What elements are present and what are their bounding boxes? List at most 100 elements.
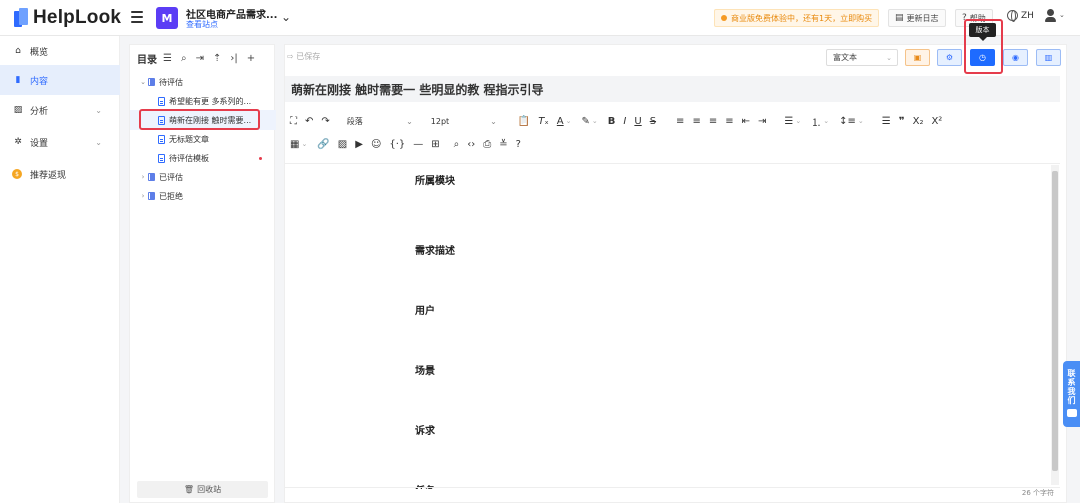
globe-icon xyxy=(1007,10,1018,22)
font-size-select[interactable]: 12pt ⌄ xyxy=(428,117,500,126)
tree-doc-item[interactable]: 待评估模板 xyxy=(130,148,276,168)
tree-folder-pending[interactable]: ⌄ 待评估 xyxy=(130,72,276,92)
user-menu[interactable]: ⌄ xyxy=(1045,9,1065,25)
line-height-icon[interactable]: ↕≡ ⌄ xyxy=(839,116,866,127)
selection-highlight xyxy=(139,109,260,130)
coin-icon: $ xyxy=(12,169,22,179)
tree-doc-item[interactable]: 无标题文章 xyxy=(130,129,276,149)
subscript-icon[interactable]: X₂ xyxy=(913,116,924,127)
bullet-list-icon[interactable]: ☰ ⌄ xyxy=(784,116,803,127)
superscript-icon[interactable]: X² xyxy=(931,116,942,127)
paste-icon[interactable]: 📋 xyxy=(518,116,530,127)
editor-scrollbar[interactable] xyxy=(1051,165,1059,485)
changelog-label: 更新日志 xyxy=(906,13,939,23)
sidebar-item-referral[interactable]: $ 推荐返现 xyxy=(0,159,120,189)
sidebar-item-analytics[interactable]: ▨ 分析 ⌄ xyxy=(0,95,120,125)
top-bar: HelpLook M 社区电商产品需求... 查看站点 ⌄ 商业版免费体验中，还… xyxy=(0,0,1080,36)
source-code-icon[interactable]: ‹› xyxy=(467,139,475,150)
sidebar-item-content[interactable]: ▮ 内容 xyxy=(0,65,120,95)
quote-icon[interactable]: ❞ xyxy=(899,116,905,127)
emoji-icon[interactable]: ☺ xyxy=(371,139,381,150)
editor-content[interactable]: 所属模块 需求描述 用户 场景 诉求 任务 xyxy=(285,163,1060,489)
horizontal-rule-icon[interactable]: — xyxy=(413,139,423,150)
menu-toggle-icon[interactable] xyxy=(131,11,143,23)
editor-panel: ⇨ 已保存 富文本 ⌄ ▣ ⚙ ◷ ◉ ▥ 版本 萌新在刚接 触时需要一 些明显… xyxy=(284,19,1067,503)
align-center-icon[interactable]: ≡ xyxy=(692,116,700,127)
collapse-icon[interactable]: ›| xyxy=(230,53,237,64)
upload-icon[interactable]: ⇡ xyxy=(213,53,221,64)
link-icon[interactable]: 🔗 xyxy=(317,139,329,150)
video-icon[interactable]: ▶ xyxy=(355,139,363,150)
search-icon[interactable]: ⌕ xyxy=(181,53,187,64)
block-format-select[interactable]: 段落 ⌄ xyxy=(344,116,416,127)
list-icon[interactable]: ☰ xyxy=(163,53,172,64)
content-icon: ▮ xyxy=(15,75,21,85)
print-icon[interactable]: ⎙ xyxy=(483,139,491,150)
strikethrough-icon[interactable]: S xyxy=(650,116,656,127)
font-color-icon[interactable]: A ⌄ xyxy=(557,116,574,127)
italic-icon[interactable]: I xyxy=(623,116,626,127)
layout-icon: ▥ xyxy=(1044,53,1053,62)
find-icon[interactable]: ⌕ xyxy=(454,139,460,150)
document-icon xyxy=(158,96,165,106)
highlight-color-icon[interactable]: ✎ ⌄ xyxy=(582,116,600,127)
sidebar-item-overview[interactable]: ⌂ 概览 xyxy=(0,36,120,66)
tree-folder-rejected[interactable]: › 已拒绝 xyxy=(130,186,276,206)
clear-format-icon[interactable]: Tₓ xyxy=(538,116,549,127)
logo[interactable]: HelpLook xyxy=(14,7,121,29)
editor-type-select[interactable]: 富文本 ⌄ xyxy=(826,49,898,66)
heading-appeal: 诉求 xyxy=(415,426,435,437)
book-icon xyxy=(148,173,155,181)
recycle-bin-button[interactable]: 🗑 回收站 xyxy=(137,481,268,498)
book-icon xyxy=(148,78,155,86)
help-icon[interactable]: ? xyxy=(516,139,521,150)
heading-module: 所属模块 xyxy=(415,176,455,187)
list-style-icon[interactable]: ☰ xyxy=(882,116,891,127)
underline-icon[interactable]: U xyxy=(634,116,641,127)
template-button[interactable]: ▣ xyxy=(905,49,930,66)
contact-us-tab[interactable]: 联系我们 xyxy=(1063,361,1080,427)
undo-icon[interactable]: ↶ xyxy=(305,116,313,127)
language-label: ZH xyxy=(1021,10,1034,21)
code-inline-icon[interactable]: {·} xyxy=(389,139,405,150)
align-right-icon[interactable]: ≡ xyxy=(709,116,717,127)
numbered-list-icon[interactable]: ⒈ ⌄ xyxy=(811,114,831,129)
format-painter-icon[interactable]: ≚ xyxy=(499,139,507,150)
sidebar: ⌂ 概览 ▮ 内容 ▨ 分析 ⌄ ✲ 设置 ⌄ $ 推荐返现 xyxy=(0,36,120,503)
chevron-right-icon: › xyxy=(141,192,145,200)
site-switch-chevron-icon[interactable]: ⌄ xyxy=(281,10,291,24)
chevron-down-icon: ⌄ xyxy=(886,53,892,62)
align-left-icon[interactable]: ≡ xyxy=(676,116,684,127)
home-icon: ⌂ xyxy=(15,46,21,56)
redo-icon[interactable]: ↷ xyxy=(321,116,329,127)
indent-icon[interactable]: ⇥ xyxy=(758,116,766,127)
image-icon[interactable]: ▨ xyxy=(338,139,347,150)
heading-scenario: 场景 xyxy=(415,366,435,377)
tree-toolbar: 目录 ☰ ⌕ ⇥ ⇡ ›| + xyxy=(137,50,264,66)
bold-icon[interactable]: B xyxy=(608,116,616,127)
changelog-button[interactable]: ▤ 更新日志 xyxy=(888,9,946,27)
layout-button[interactable]: ▥ xyxy=(1036,49,1061,66)
tree-doc-item[interactable]: 希望能有更 多系列的... xyxy=(130,91,276,111)
language-switcher[interactable]: ZH xyxy=(1007,10,1034,22)
settings-button[interactable]: ⚙ xyxy=(937,49,962,66)
fullscreen-icon[interactable]: ⛶ xyxy=(290,116,297,127)
add-icon[interactable]: + xyxy=(247,53,255,64)
table-icon[interactable]: ▦ ⌄ xyxy=(290,139,309,150)
chat-icon xyxy=(1066,409,1077,417)
chevron-right-icon: › xyxy=(141,173,145,181)
outdent-icon[interactable]: ⇤ xyxy=(742,116,750,127)
chevron-down-icon: ⌄ xyxy=(140,78,146,86)
view-site-link[interactable]: 查看站点 xyxy=(186,19,218,30)
align-justify-icon[interactable]: ≡ xyxy=(725,116,733,127)
tree-folder-evaluated[interactable]: › 已评估 xyxy=(130,167,276,187)
import-icon[interactable]: ⇥ xyxy=(196,53,204,64)
page-break-icon[interactable]: ⊞ xyxy=(431,139,439,150)
sidebar-item-settings[interactable]: ✲ 设置 ⌄ xyxy=(0,127,120,157)
document-title[interactable]: 萌新在刚接 触时需要一 些明显的教 程指示引导 xyxy=(285,76,1060,102)
heading-user: 用户 xyxy=(415,306,435,317)
trial-badge[interactable]: 商业版免费体验中，还有1天，立即购买 xyxy=(714,9,880,27)
preview-button[interactable]: ◉ xyxy=(1003,49,1028,66)
site-avatar[interactable]: M xyxy=(156,7,178,29)
format-toolbar-row-2: ▦ ⌄ 🔗 ▨ ▶ ☺ {·} — ⊞ ⌕ ‹› ⎙ ≚ ? xyxy=(286,134,1061,154)
